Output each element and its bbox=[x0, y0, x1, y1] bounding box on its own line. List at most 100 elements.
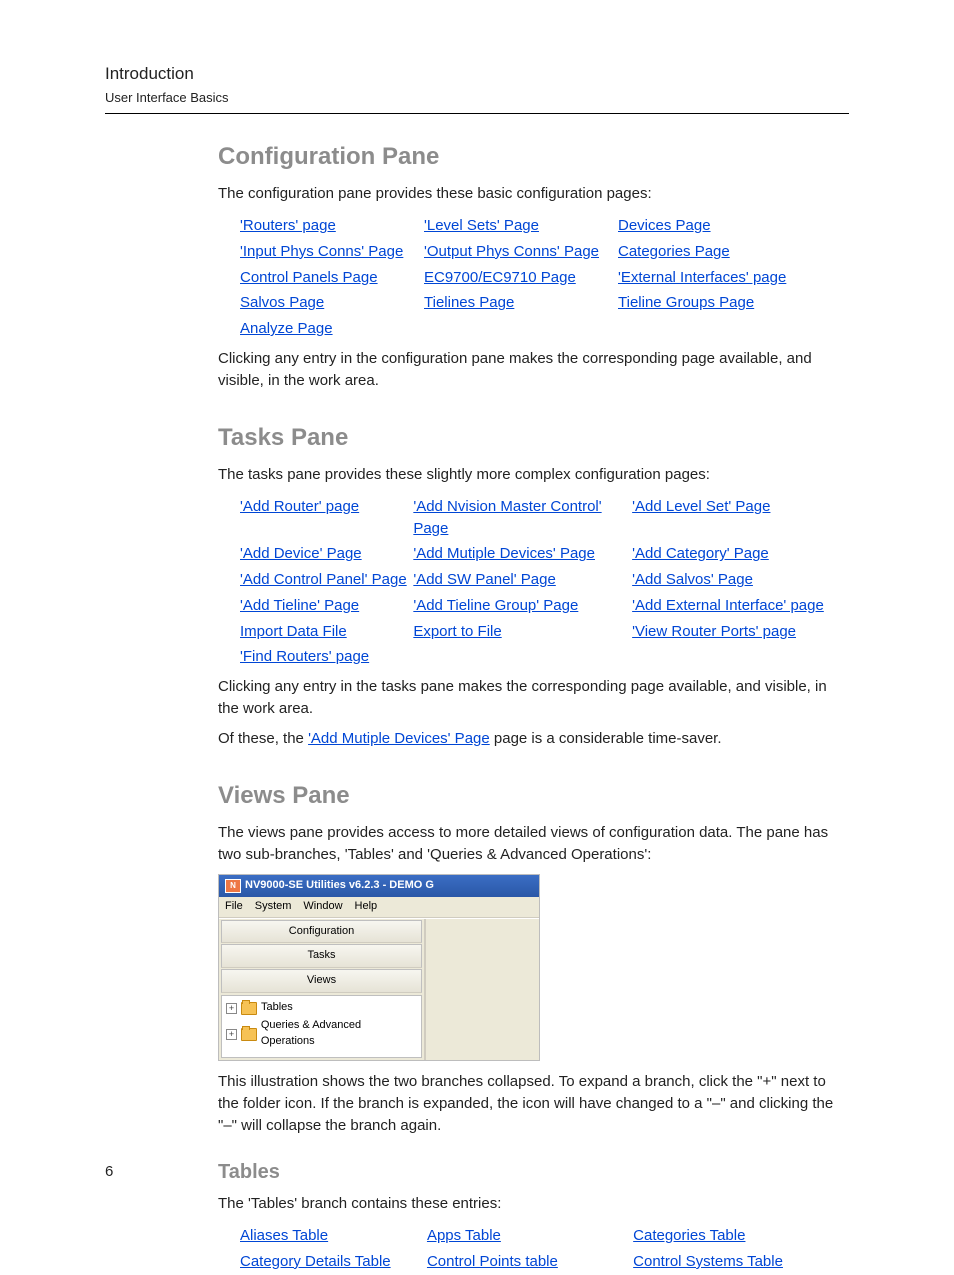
config-link-cell: 'Input Phys Conns' Page bbox=[240, 239, 424, 265]
tasks-link-link[interactable]: 'Add Tieline Group' Page bbox=[413, 597, 578, 614]
tasks-link-cell: 'Add Device' Page bbox=[240, 541, 413, 567]
config-link-link[interactable]: Analyze Page bbox=[240, 320, 333, 337]
tasks-link-link[interactable]: 'Add Router' page bbox=[240, 498, 359, 515]
tab-configuration[interactable]: Configuration bbox=[221, 920, 422, 944]
config-links-grid: 'Routers' page 'Level Sets' Page Devices P… bbox=[240, 213, 849, 342]
tables-link-link[interactable]: Control Systems Table bbox=[633, 1253, 783, 1270]
config-link-link[interactable]: 'Level Sets' Page bbox=[424, 217, 539, 234]
tab-tasks[interactable]: Tasks bbox=[221, 944, 422, 968]
tasks-link-link[interactable]: 'Add Category' Page bbox=[632, 545, 769, 562]
config-intro: The configuration pane provides these ba… bbox=[218, 183, 849, 205]
tables-link-link[interactable]: Control Points table bbox=[427, 1253, 558, 1270]
tasks-outro-1: Clicking any entry in the tasks pane mak… bbox=[218, 676, 849, 720]
tasks-link-link[interactable]: 'Add SW Panel' Page bbox=[413, 571, 555, 588]
expand-icon[interactable]: + bbox=[226, 1003, 237, 1014]
screenshot-views-pane: N NV9000-SE Utilities v6.2.3 - DEMO G Fi… bbox=[218, 874, 540, 1062]
tables-link-link[interactable]: Category Details Table bbox=[240, 1253, 391, 1270]
tasks-link-cell: 'View Router Ports' page bbox=[632, 619, 849, 645]
tasks-link-link[interactable]: 'Add Device' Page bbox=[240, 545, 362, 562]
tasks-links-grid: 'Add Router' page 'Add Nvision Master Con… bbox=[240, 494, 849, 670]
config-link-link[interactable]: Tieline Groups Page bbox=[618, 294, 754, 311]
tasks-link-cell: 'Add Tieline' Page bbox=[240, 593, 413, 619]
tasks-link-link[interactable]: 'View Router Ports' page bbox=[632, 623, 796, 640]
config-link-cell: Salvos Page bbox=[240, 290, 424, 316]
config-link-cell: Tielines Page bbox=[424, 290, 618, 316]
tables-intro: The 'Tables' branch contains these entri… bbox=[218, 1193, 849, 1215]
menu-file[interactable]: File bbox=[225, 899, 243, 915]
tree-row-queries[interactable]: + Queries & Advanced Operations bbox=[226, 1017, 417, 1051]
config-link-link[interactable]: 'Output Phys Conns' Page bbox=[424, 243, 599, 260]
tree-row-tables[interactable]: + Tables bbox=[226, 999, 417, 1017]
tasks-link-link[interactable]: Import Data File bbox=[240, 623, 347, 640]
section-subtitle: User Interface Basics bbox=[105, 89, 849, 108]
config-link-link[interactable]: Salvos Page bbox=[240, 294, 324, 311]
folder-icon bbox=[241, 1002, 257, 1015]
tasks-link-link[interactable]: 'Find Routers' page bbox=[240, 648, 369, 665]
tasks-link-cell: 'Add Category' Page bbox=[632, 541, 849, 567]
config-link-link[interactable]: 'External Interfaces' page bbox=[618, 269, 786, 286]
tasks-link-cell bbox=[632, 644, 849, 670]
tables-link-cell: Aliases Table bbox=[240, 1223, 427, 1249]
tree-label-tables: Tables bbox=[261, 1000, 293, 1016]
app-icon: N bbox=[225, 879, 241, 893]
tasks-link-link[interactable]: 'Add External Interface' page bbox=[632, 597, 824, 614]
config-link-cell: 'Routers' page bbox=[240, 213, 424, 239]
expand-icon[interactable]: + bbox=[226, 1029, 237, 1040]
config-outro: Clicking any entry in the configuration … bbox=[218, 348, 849, 392]
config-link-link[interactable]: 'Routers' page bbox=[240, 217, 336, 234]
link-add-multiple-devices[interactable]: 'Add Mutiple Devices' Page bbox=[308, 730, 490, 747]
screenshot-right-pane bbox=[426, 919, 539, 1061]
tasks-link-link[interactable]: 'Add Tieline' Page bbox=[240, 597, 359, 614]
tasks-link-row: 'Add Device' Page 'Add Mutiple Devices' P… bbox=[240, 541, 849, 567]
menu-help[interactable]: Help bbox=[355, 899, 378, 915]
config-link-cell: Control Panels Page bbox=[240, 265, 424, 291]
config-link-link[interactable]: Categories Page bbox=[618, 243, 730, 260]
tab-views[interactable]: Views bbox=[221, 969, 422, 993]
tasks-link-link[interactable]: 'Add Level Set' Page bbox=[632, 498, 770, 515]
heading-views-pane: Views Pane bbox=[218, 779, 849, 814]
tasks-link-row: Import Data File Export to File 'View Rout… bbox=[240, 619, 849, 645]
tasks-link-cell: 'Add Tieline Group' Page bbox=[413, 593, 632, 619]
tasks-link-row: 'Add Control Panel' Page 'Add SW Panel' P… bbox=[240, 567, 849, 593]
tasks-link-cell: 'Add Nvision Master Control' Page bbox=[413, 494, 632, 542]
tasks-link-link[interactable]: 'Add Mutiple Devices' Page bbox=[413, 545, 595, 562]
tasks-link-link[interactable]: 'Add Nvision Master Control' Page bbox=[413, 498, 601, 537]
config-link-link[interactable]: Control Panels Page bbox=[240, 269, 378, 286]
tables-link-cell: Control Systems Table bbox=[633, 1249, 849, 1275]
config-link-link[interactable]: 'Input Phys Conns' Page bbox=[240, 243, 403, 260]
screenshot-title: NV9000-SE Utilities v6.2.3 - DEMO G bbox=[245, 878, 434, 894]
tables-link-link[interactable]: Categories Table bbox=[633, 1227, 745, 1244]
config-link-link[interactable]: EC9700/EC9710 Page bbox=[424, 269, 576, 286]
tasks-link-link[interactable]: Export to File bbox=[413, 623, 501, 640]
config-link-cell: Analyze Page bbox=[240, 316, 424, 342]
config-link-row: Control Panels Page EC9700/EC9710 Page 'Ex… bbox=[240, 265, 849, 291]
tasks-link-cell: 'Find Routers' page bbox=[240, 644, 413, 670]
menu-window[interactable]: Window bbox=[303, 899, 342, 915]
heading-tables: Tables bbox=[218, 1158, 849, 1187]
tables-link-cell: Apps Table bbox=[427, 1223, 633, 1249]
tasks-outro-2-pre: Of these, the bbox=[218, 730, 308, 747]
config-link-row: 'Routers' page 'Level Sets' Page Devices P… bbox=[240, 213, 849, 239]
config-link-cell: 'Level Sets' Page bbox=[424, 213, 618, 239]
tasks-link-cell: 'Add Control Panel' Page bbox=[240, 567, 413, 593]
header-rule bbox=[105, 113, 849, 114]
tables-link-cell: Category Details Table bbox=[240, 1249, 427, 1275]
config-link-cell: Tieline Groups Page bbox=[618, 290, 842, 316]
config-link-row: Salvos Page Tielines Page Tieline Groups P… bbox=[240, 290, 849, 316]
tasks-link-link[interactable]: 'Add Control Panel' Page bbox=[240, 571, 407, 588]
config-link-cell: EC9700/EC9710 Page bbox=[424, 265, 618, 291]
tables-link-row: Category Details Table Control Points tab… bbox=[240, 1249, 849, 1275]
tree-label-queries: Queries & Advanced Operations bbox=[261, 1018, 417, 1050]
tables-link-link[interactable]: Apps Table bbox=[427, 1227, 501, 1244]
config-link-link[interactable]: Devices Page bbox=[618, 217, 711, 234]
page-number: 6 bbox=[105, 1161, 113, 1183]
menu-system[interactable]: System bbox=[255, 899, 292, 915]
tasks-link-link[interactable]: 'Add Salvos' Page bbox=[632, 571, 753, 588]
tables-link-link[interactable]: Aliases Table bbox=[240, 1227, 328, 1244]
config-link-cell: 'External Interfaces' page bbox=[618, 265, 842, 291]
tasks-link-cell bbox=[413, 644, 632, 670]
config-link-row: 'Input Phys Conns' Page 'Output Phys Conn… bbox=[240, 239, 849, 265]
views-intro: The views pane provides access to more d… bbox=[218, 822, 849, 866]
tables-link-cell: Control Points table bbox=[427, 1249, 633, 1275]
config-link-link[interactable]: Tielines Page bbox=[424, 294, 514, 311]
